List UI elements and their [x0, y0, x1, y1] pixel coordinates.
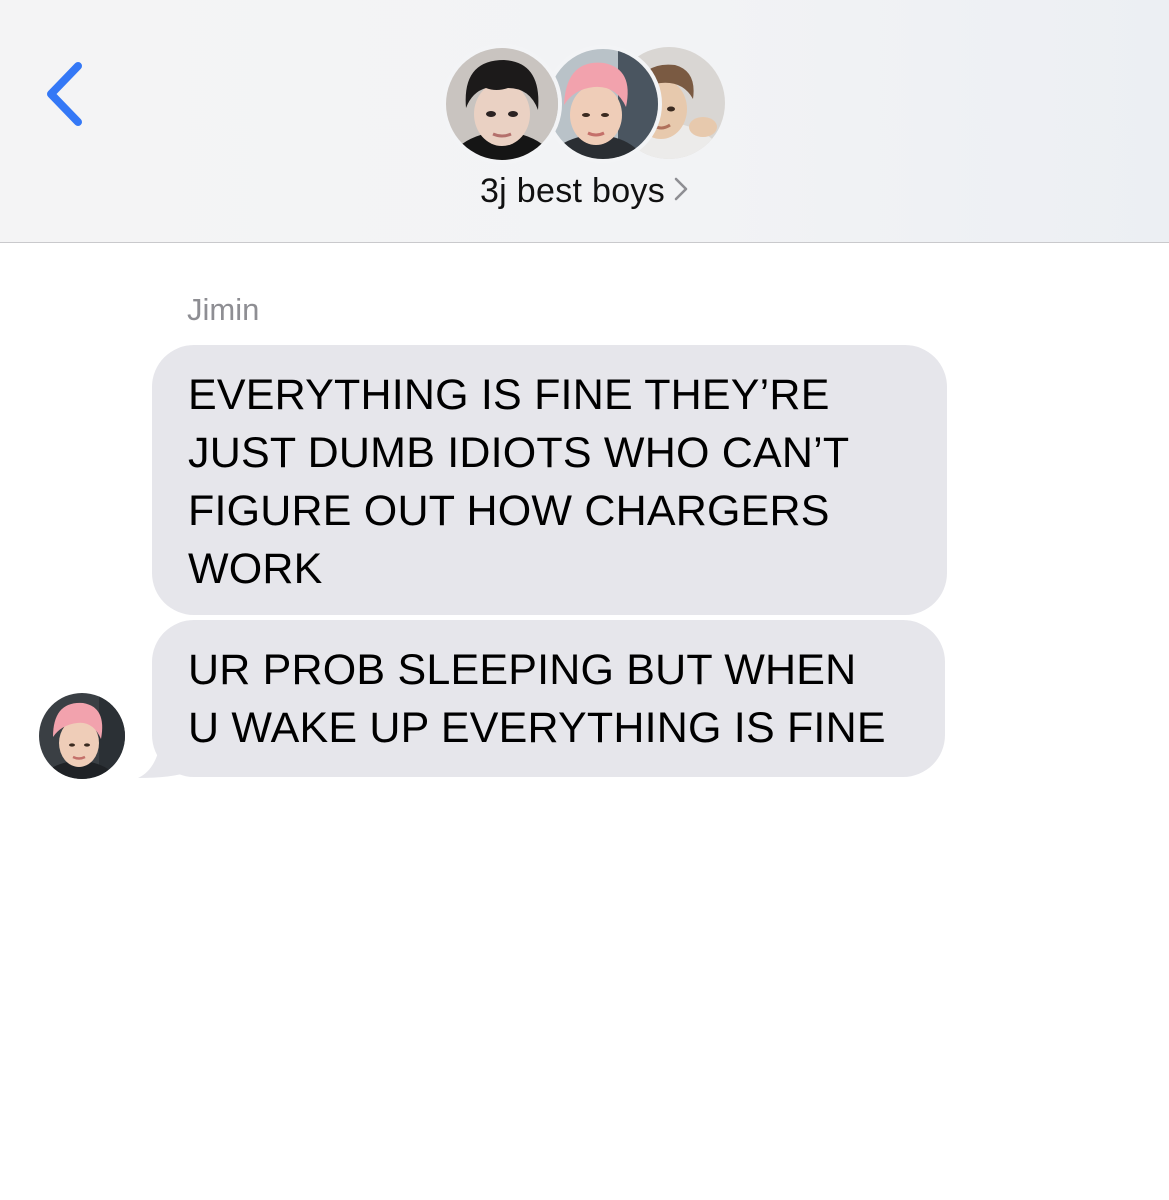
sender-name: Jimin: [187, 292, 260, 327]
chevron-left-icon: [47, 62, 82, 126]
back-button[interactable]: [38, 58, 94, 130]
group-name: 3j best boys: [479, 172, 666, 210]
nav-header: 3j best boys: [0, 0, 1169, 243]
message-bubble[interactable]: UR PROB SLEEPING BUT WHEN U WAKE UP EVER…: [152, 620, 945, 777]
group-title[interactable]: 3j best boys: [0, 172, 1169, 211]
avatar-dark-hair: [442, 44, 562, 164]
chevron-right-icon: [673, 172, 689, 211]
sender-avatar[interactable]: [39, 693, 125, 779]
message-bubble[interactable]: EVERYTHING IS FINE THEY’RE JUST DUMB IDI…: [152, 345, 947, 615]
